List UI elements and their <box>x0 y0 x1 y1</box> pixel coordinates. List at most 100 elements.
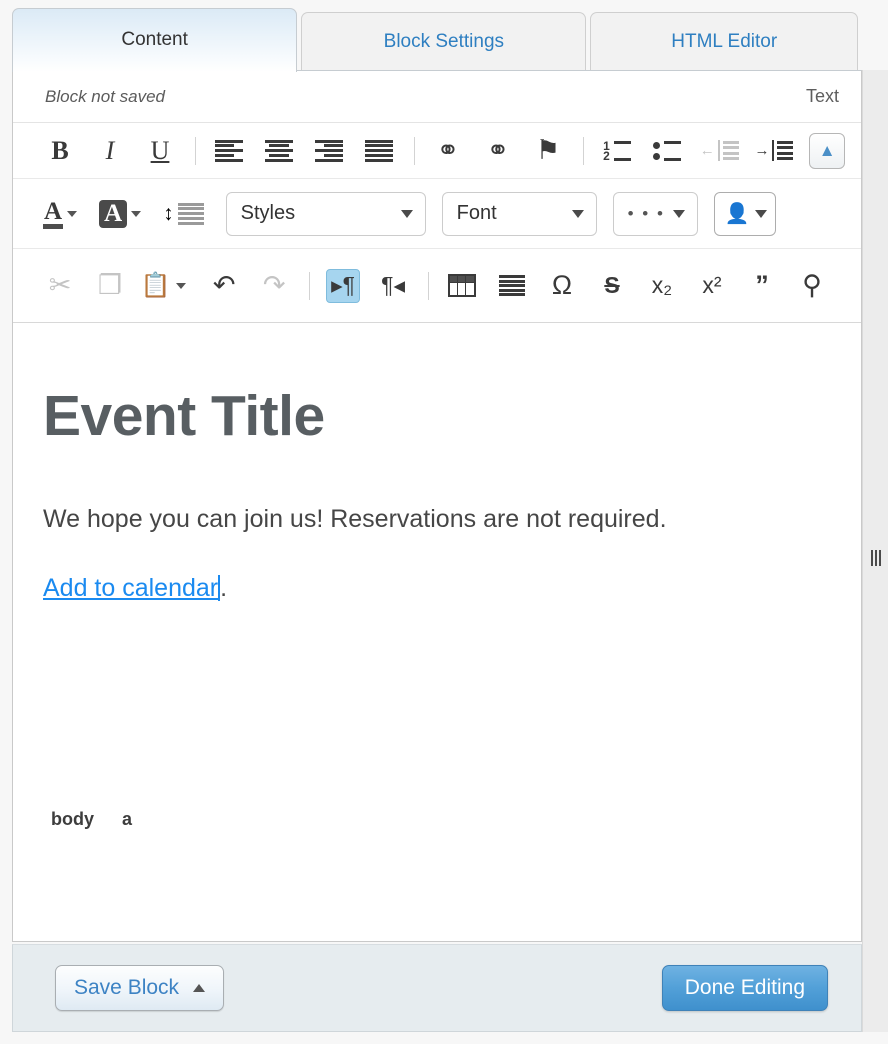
element-path-body[interactable]: body <box>51 809 94 830</box>
undo-icon: ↶ <box>212 270 236 300</box>
align-center-button[interactable] <box>262 134 296 168</box>
quote-icon: ” <box>755 270 769 300</box>
toolbar-separator <box>195 136 196 165</box>
chevron-down-icon <box>67 210 78 217</box>
undo-button[interactable]: ↶ <box>207 269 241 303</box>
toolbar-separator <box>309 271 311 300</box>
tab-bar: Content Block Settings HTML Editor <box>0 0 862 72</box>
find-button[interactable]: ⚲ <box>795 269 829 303</box>
align-left-icon <box>214 139 243 162</box>
font-dropdown[interactable]: Font <box>441 191 597 236</box>
cut-button[interactable]: ✂ <box>43 269 77 303</box>
text-direction-rtl-button[interactable]: ¶◂ <box>376 269 410 303</box>
more-options-dropdown[interactable]: • • • <box>612 191 698 236</box>
person-icon: 👤 <box>724 202 750 225</box>
block-editor-window: Content Block Settings HTML Editor Block… <box>0 0 888 1044</box>
text-color-button[interactable]: A <box>43 199 78 229</box>
line-height-button[interactable]: ↕ <box>163 202 204 225</box>
toolbar-separator <box>413 136 415 165</box>
tab-block-settings[interactable]: Block Settings <box>301 12 587 72</box>
bold-button[interactable]: B <box>43 134 77 168</box>
font-dropdown-value: Font <box>456 202 497 224</box>
chevron-down-icon <box>571 209 584 218</box>
line-height-icon: ↕ <box>163 202 174 225</box>
editor-content-area[interactable]: Event Title We hope you can join us! Res… <box>13 323 861 845</box>
subscript-icon: x₂ <box>651 272 673 298</box>
editor-footer: Save Block Done Editing <box>12 944 862 1032</box>
bold-icon: B <box>51 135 69 165</box>
background-color-button[interactable]: A <box>99 199 142 228</box>
document-title[interactable]: Event Title <box>43 383 831 449</box>
tab-content[interactable]: Content <box>12 8 298 72</box>
ltr-direction-icon: ▸¶ <box>331 272 356 298</box>
insert-table-button[interactable] <box>445 269 479 303</box>
chevron-down-icon <box>175 282 186 289</box>
increase-indent-button[interactable]: → <box>754 134 794 168</box>
copy-icon: ❐ <box>97 270 123 300</box>
styles-dropdown-value: Styles <box>240 202 296 224</box>
paste-button[interactable]: 📋 <box>141 269 186 303</box>
document-paragraph[interactable]: We hope you can join us! Reservations ar… <box>43 505 831 534</box>
remove-link-button[interactable]: ⚭ <box>481 134 515 168</box>
element-path-a[interactable]: a <box>122 809 132 830</box>
resize-grip-icon <box>870 550 881 566</box>
subscript-button[interactable]: x₂ <box>645 269 679 303</box>
background-color-icon: A <box>99 199 128 228</box>
editor-mode-label: Text <box>805 86 839 106</box>
panel-resize-handle[interactable] <box>862 70 888 1032</box>
align-justify-button[interactable] <box>362 134 396 168</box>
underline-button[interactable]: U <box>143 134 177 168</box>
strikethrough-icon: S <box>604 272 620 298</box>
special-character-button[interactable]: Ω <box>545 269 579 303</box>
superscript-icon: x² <box>702 272 722 298</box>
save-state-label: Block not saved <box>45 86 166 106</box>
align-right-button[interactable] <box>312 134 346 168</box>
numbered-list-button[interactable]: 12 <box>600 134 634 168</box>
done-editing-label: Done Editing <box>684 976 805 999</box>
superscript-button[interactable]: x² <box>695 269 729 303</box>
tab-html-editor[interactable]: HTML Editor <box>590 12 858 72</box>
align-justify-icon <box>364 139 393 162</box>
element-path-bar: body a <box>13 793 861 845</box>
toolbar-separator <box>582 136 584 165</box>
copy-button[interactable]: ❐ <box>93 269 127 303</box>
insert-anchor-button[interactable]: ⚑ <box>531 134 565 168</box>
bulleted-list-button[interactable] <box>650 134 684 168</box>
styles-dropdown[interactable]: Styles <box>225 191 426 236</box>
link-icon: ⚭ <box>436 135 460 165</box>
horizontal-rule-button[interactable] <box>495 269 529 303</box>
rtl-direction-icon: ¶◂ <box>381 272 406 298</box>
table-icon <box>447 274 476 297</box>
add-to-calendar-link[interactable]: Add to calendar <box>43 574 218 602</box>
chevron-up-icon[interactable] <box>193 984 206 992</box>
align-left-button[interactable] <box>212 134 246 168</box>
scissors-icon: ✂ <box>48 270 72 300</box>
omega-icon: Ω <box>551 270 573 300</box>
editor-panel: Block not saved Text B I U ⚭ ⚭ ⚑ 1 2 ← →… <box>12 70 862 942</box>
underline-icon: U <box>150 135 170 165</box>
line-bars-icon <box>177 202 204 225</box>
toolbar-row-styles: A A ↕ Styles Font • • • 👤 <box>13 179 861 249</box>
done-editing-button[interactable]: Done Editing <box>661 965 828 1011</box>
strikethrough-button[interactable]: S <box>595 269 629 303</box>
align-center-icon <box>264 139 293 162</box>
chevron-up-icon: ▲ <box>818 140 836 160</box>
insert-link-button[interactable]: ⚭ <box>431 134 465 168</box>
horizontal-rule-icon <box>498 275 525 296</box>
text-direction-ltr-button[interactable]: ▸¶ <box>326 268 361 303</box>
numbered-list-icon: 12 <box>603 140 631 162</box>
bulleted-list-icon <box>652 140 681 161</box>
blockquote-button[interactable]: ” <box>745 269 779 303</box>
text-color-icon: A <box>43 199 64 229</box>
redo-button[interactable]: ↷ <box>257 269 291 303</box>
editor-status-strip: Block not saved Text <box>13 71 861 123</box>
chevron-down-icon <box>131 210 142 217</box>
decrease-indent-icon: ← <box>700 140 739 161</box>
save-block-button[interactable]: Save Block <box>55 965 225 1011</box>
decrease-indent-button[interactable]: ← <box>700 134 739 168</box>
italic-button[interactable]: I <box>93 134 127 168</box>
merge-field-dropdown[interactable]: 👤 <box>713 191 776 236</box>
save-block-label: Save Block <box>74 976 180 999</box>
collapse-toolbar-button[interactable]: ▲ <box>809 132 845 169</box>
toolbar-separator <box>428 271 429 300</box>
